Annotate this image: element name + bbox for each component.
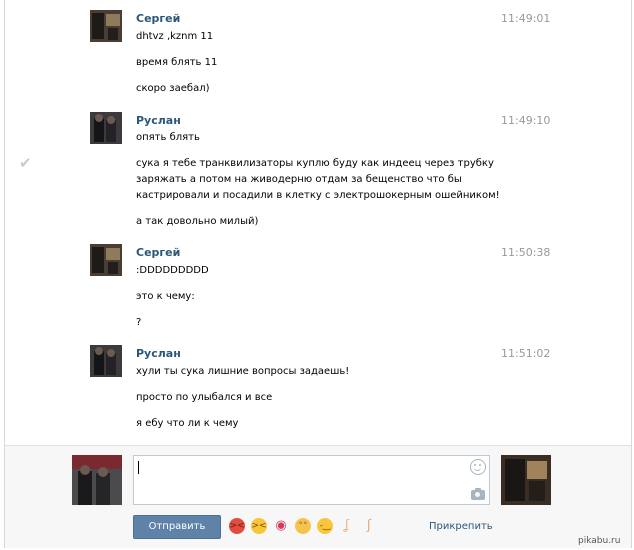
message-history[interactable]: Сергей 11:49:01 dhtvz ,kznm 11 время бля… — [5, 0, 631, 445]
message-time: 11:49:01 — [501, 12, 551, 25]
composer: Отправить >< >< ◉ °° -‿ ʆ ʃ Прикрепить — [5, 445, 631, 548]
message-text: :DDDDDDDDD — [136, 265, 209, 276]
message-author[interactable]: Сергей — [136, 246, 180, 259]
message-text: опять блять — [136, 132, 200, 143]
smile-icon[interactable] — [470, 459, 486, 475]
kiss-lips-icon[interactable]: ◉ — [273, 518, 289, 534]
message-author[interactable]: Сергей — [136, 12, 180, 25]
dialog-window: Сергей 11:49:01 dhtvz ,kznm 11 время бля… — [4, 0, 632, 548]
nose-icon[interactable]: ʆ — [339, 518, 355, 534]
message-text: это к чему: — [136, 291, 195, 302]
message-text: а так довольно милый) — [136, 216, 259, 227]
message-text: хули ты сука лишние вопросы задаешь! — [136, 366, 350, 377]
message-author[interactable]: Руслан — [136, 114, 181, 127]
avatar[interactable] — [90, 112, 122, 144]
message-text: ? — [136, 317, 142, 328]
smirk-face-icon[interactable]: -‿ — [317, 518, 333, 534]
peer-avatar[interactable] — [501, 455, 551, 505]
selected-check-icon[interactable]: ✔ — [19, 154, 32, 172]
text-caret — [138, 461, 139, 474]
message-text: просто по улыбался и все — [136, 392, 273, 403]
send-button[interactable]: Отправить — [133, 515, 221, 539]
angry-face-icon[interactable]: >< — [229, 518, 245, 534]
message-text: кастрировали и посадили в клетку с элект… — [136, 190, 500, 201]
message-input[interactable] — [133, 455, 490, 505]
camera-icon[interactable] — [471, 488, 485, 500]
message-time: 11:51:02 — [501, 347, 551, 360]
message-time: 11:49:10 — [501, 114, 551, 127]
grinning-squint-face-icon[interactable]: >< — [251, 518, 267, 534]
message-text: сука я тебе транквилизаторы куплю буду к… — [136, 158, 494, 169]
message-text: время блять 11 — [136, 57, 218, 68]
avatar[interactable] — [90, 10, 122, 42]
avatar[interactable] — [90, 244, 122, 276]
my-avatar[interactable] — [72, 455, 122, 505]
avatar[interactable] — [90, 345, 122, 377]
message-text: скоро заебал) — [136, 83, 210, 94]
watermark: pikabu.ru — [578, 536, 621, 546]
attach-link[interactable]: Прикрепить — [429, 521, 493, 532]
flushed-face-icon[interactable]: °° — [295, 518, 311, 534]
message-author[interactable]: Руслан — [136, 347, 181, 360]
message-text: dhtvz ,kznm 11 — [136, 31, 214, 42]
message-text: заряжать а потом на живодерню отдам за б… — [136, 174, 462, 185]
ear-icon[interactable]: ʃ — [361, 518, 377, 534]
message-time: 11:50:38 — [501, 246, 551, 259]
message-text: я ебу что ли к чему — [136, 418, 239, 429]
